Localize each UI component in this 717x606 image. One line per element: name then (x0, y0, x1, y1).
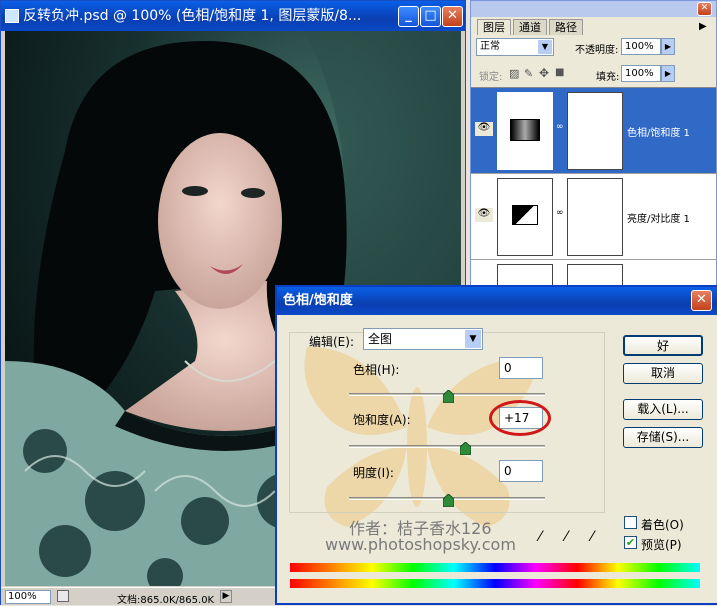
load-button[interactable]: 载入(L)... (623, 399, 703, 420)
lightness-label: 明度(I): (353, 466, 394, 480)
layer-row-brightness-contrast[interactable]: 👁 ∞ 亮度/对比度 1 (471, 174, 716, 260)
document-title: 反转负冲.psd @ 100% (色相/饱和度 1, 图层蒙版/8... (23, 8, 362, 24)
document-title-bar[interactable]: 反转负冲.psd @ 100% (色相/饱和度 1, 图层蒙版/8... (1, 1, 465, 31)
layer-name[interactable]: 色相/饱和度 1 (627, 124, 690, 139)
adjust-group-box (289, 332, 605, 513)
fill-arrow-icon[interactable]: ▶ (661, 65, 675, 82)
document-size: 文档:865.0K/865.0K (117, 595, 215, 606)
hue-saturation-dialog: 色相/饱和度 ✕ 编辑(E): 全图 ▼ 色相(H): 0 饱和度(A): +1… (275, 285, 717, 605)
layer-row-hue-saturation[interactable]: 👁 ∞ 色相/饱和度 1 (471, 88, 716, 174)
close-button[interactable]: ✕ (442, 6, 463, 27)
adjustment-icon (510, 119, 540, 141)
eyedropper-plus-icon[interactable]: ⁄ (565, 529, 567, 545)
eye-icon[interactable]: 👁 (475, 208, 493, 222)
color-bar-bottom (290, 579, 700, 588)
fill-label: 填充: (596, 72, 620, 83)
status-menu-icon[interactable] (57, 590, 69, 602)
status-arrow-icon[interactable]: ▶ (220, 590, 232, 603)
dialog-close-button[interactable]: ✕ (691, 290, 712, 311)
chevron-down-icon: ▼ (538, 40, 552, 54)
lock-transparent-icon[interactable]: ▨ (509, 67, 519, 80)
maximize-button[interactable]: □ (420, 6, 441, 27)
lock-brush-icon[interactable]: ✎ (524, 67, 533, 80)
highlight-ellipse (489, 400, 551, 436)
lightness-slider-handle[interactable] (443, 494, 454, 507)
watermark-url: www.photoshopsky.com (325, 535, 516, 554)
preview-checkbox[interactable]: ✔ (624, 536, 637, 549)
layers-panel: ✕ 图层 通道 路径 ▶ 正常 ▼ 不透明度: 100% ▶ 锁定: ▨ ✎ ✥… (470, 0, 717, 301)
lock-all-icon[interactable]: ■ (555, 67, 564, 78)
hue-slider-handle[interactable] (443, 390, 454, 403)
preview-label: 预览(P) (641, 538, 682, 552)
layer-list: 👁 ∞ 色相/饱和度 1 👁 ∞ 亮度/对比度 1 (471, 87, 716, 301)
mask-thumbnail[interactable] (567, 178, 623, 256)
layer-name[interactable]: 亮度/对比度 1 (627, 210, 690, 225)
blend-mode-select[interactable]: 正常 ▼ (476, 38, 554, 56)
panel-grip[interactable]: ✕ (471, 1, 716, 17)
lock-move-icon[interactable]: ✥ (539, 66, 549, 80)
chain-link-icon[interactable]: ∞ (556, 208, 564, 218)
opacity-input[interactable]: 100% (621, 38, 661, 55)
save-button[interactable]: 存储(S)... (623, 427, 703, 448)
color-bar-top (290, 563, 700, 572)
lock-label: 锁定: (479, 72, 503, 83)
ok-button[interactable]: 好 (623, 335, 703, 356)
saturation-slider-track[interactable] (349, 445, 545, 448)
panel-menu-icon[interactable]: ▶ (699, 21, 707, 32)
opacity-arrow-icon[interactable]: ▶ (661, 38, 675, 55)
adjustment-thumbnail (497, 92, 553, 170)
panel-close-button[interactable]: ✕ (697, 2, 712, 16)
document-icon (5, 9, 19, 23)
colorize-label: 着色(O) (641, 518, 684, 532)
eyedropper-icon[interactable]: ⁄ (539, 529, 541, 545)
colorize-checkbox[interactable] (624, 516, 637, 529)
mask-thumbnail[interactable] (567, 92, 623, 170)
edit-value: 全图 (368, 332, 393, 346)
edit-label: 编辑(E): (309, 335, 354, 349)
saturation-slider-handle[interactable] (460, 442, 471, 455)
blend-mode-value: 正常 (480, 41, 500, 52)
fill-input[interactable]: 100% (621, 65, 661, 82)
edit-select[interactable]: 全图 ▼ (363, 328, 483, 350)
eyedropper-minus-icon[interactable]: ⁄ (591, 529, 593, 545)
cancel-button[interactable]: 取消 (623, 363, 703, 384)
hue-label: 色相(H): (353, 363, 400, 377)
chevron-down-icon: ▼ (465, 330, 481, 348)
tab-channels[interactable]: 通道 (513, 19, 547, 35)
adjustment-thumbnail (497, 178, 553, 256)
saturation-label: 饱和度(A): (353, 413, 411, 427)
eye-icon[interactable]: 👁 (475, 122, 493, 136)
dialog-title: 色相/饱和度 (283, 293, 353, 308)
hue-input[interactable]: 0 (499, 357, 543, 379)
adjustment-icon (512, 205, 538, 225)
lightness-input[interactable]: 0 (499, 460, 543, 482)
opacity-label: 不透明度: (575, 45, 619, 56)
zoom-level[interactable]: 100% (5, 590, 51, 604)
chain-link-icon[interactable]: ∞ (556, 122, 564, 132)
dialog-title-bar[interactable]: 色相/饱和度 (277, 287, 717, 315)
tab-layers[interactable]: 图层 (477, 19, 511, 35)
tab-paths[interactable]: 路径 (549, 19, 583, 35)
minimize-button[interactable]: _ (398, 6, 419, 27)
